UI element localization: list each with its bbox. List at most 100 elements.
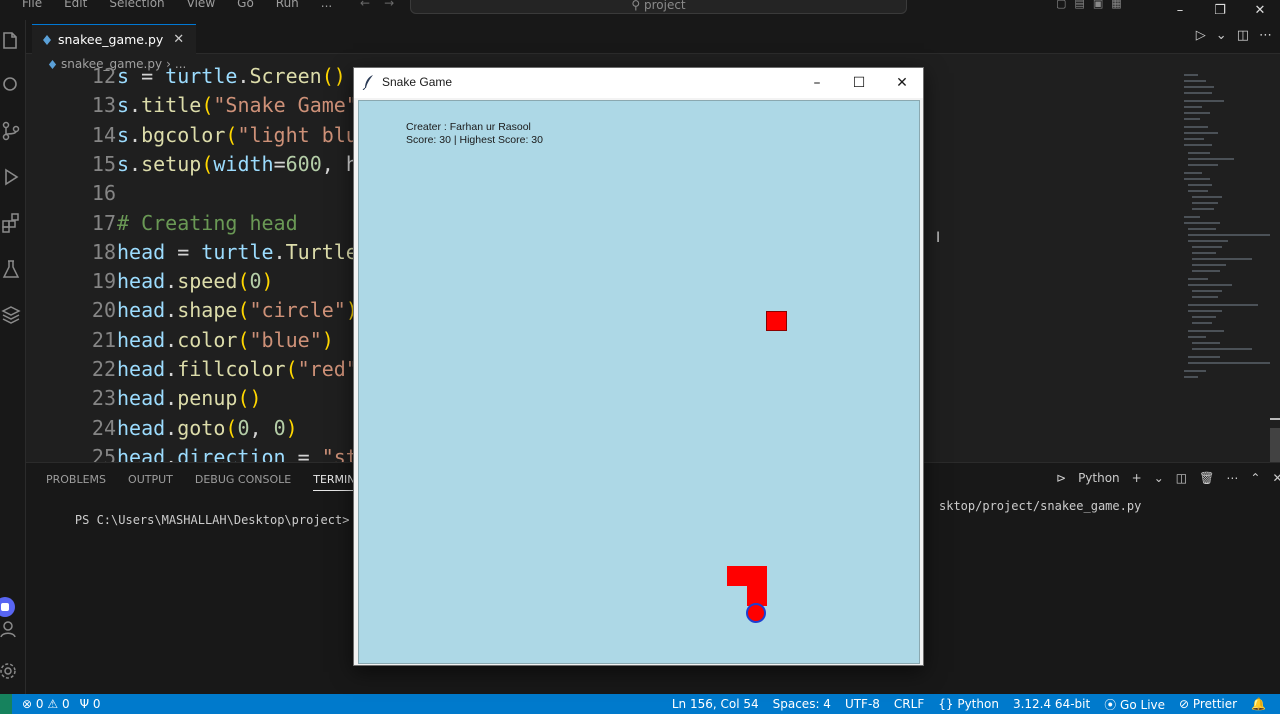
more-actions-icon[interactable]: ⋯ — [1259, 28, 1272, 43]
code-token: s — [117, 151, 130, 176]
toggle-secondary-sidebar-icon[interactable]: ▣ — [1093, 0, 1103, 10]
chevron-down-icon[interactable]: ⌄ — [1154, 471, 1164, 485]
close-icon[interactable]: ✕ — [1240, 0, 1280, 20]
remote-indicator[interactable] — [0, 694, 12, 714]
testing-icon[interactable] — [0, 258, 22, 280]
command-center-search[interactable]: ⚲ project — [410, 0, 907, 14]
menu-view[interactable]: View — [187, 0, 215, 10]
more-actions-icon[interactable]: ⋯ — [1226, 471, 1238, 485]
split-editor-icon[interactable]: ◫ — [1237, 28, 1249, 43]
menu-edit[interactable]: Edit — [64, 0, 87, 10]
code-token: Turtle — [285, 239, 358, 264]
code-token: ) — [321, 327, 334, 352]
run-python-file-icon[interactable]: ▷ — [1196, 28, 1206, 43]
tab-output[interactable]: OUTPUT — [128, 473, 173, 491]
error-count: 0 — [35, 697, 44, 711]
code-token: . — [129, 93, 142, 118]
terminal-shell-name[interactable]: Python — [1078, 471, 1120, 485]
line-number: 16 — [91, 181, 116, 206]
game-canvas[interactable]: Creater : Farhan ur Rasool Score: 30 | H… — [358, 100, 920, 664]
tab-debug-console[interactable]: DEBUG CONSOLE — [195, 473, 291, 491]
remote-explorer-icon[interactable] — [0, 304, 22, 326]
broadcast-icon: ⦿ — [1104, 697, 1117, 712]
close-icon[interactable]: ✕ — [173, 32, 184, 47]
menu-more[interactable]: ... — [321, 0, 332, 10]
code-token: head — [117, 298, 166, 323]
code-token: head — [117, 444, 166, 462]
source-control-icon[interactable] — [0, 120, 22, 142]
indentation[interactable]: Spaces: 4 — [773, 697, 831, 711]
problems-status[interactable]: ⊗ 0 ⚠ 0 — [22, 697, 70, 711]
status-bar: ⊗ 0 ⚠ 0 Ψ 0 Ln 156, Col 54 Spaces: 4 UTF… — [0, 694, 1280, 714]
chevron-down-icon[interactable]: ⌄ — [1216, 28, 1227, 43]
layout-controls: ▢ ▤ ▣ ▦ — [1056, 0, 1122, 10]
code-token: "red" — [297, 357, 358, 381]
title-bar: File Edit Selection View Go Run ... ← → … — [0, 0, 1280, 20]
maximize-icon[interactable]: ☐ — [844, 72, 874, 94]
code-token: "blue" — [249, 327, 322, 352]
minimize-icon[interactable]: – — [802, 72, 832, 94]
code-text: head.penup() — [117, 384, 262, 413]
toggle-panel-icon[interactable]: ▤ — [1074, 0, 1084, 10]
cursor-position[interactable]: Ln 156, Col 54 — [672, 697, 759, 711]
tab-problems[interactable]: PROBLEMS — [46, 473, 106, 491]
snake-head — [746, 603, 766, 623]
menu-run[interactable]: Run — [276, 0, 299, 10]
new-terminal-icon[interactable]: + — [1132, 471, 1142, 485]
braces-icon: {} — [938, 697, 954, 711]
tab-snakee-game[interactable]: snakee_game.py ✕ — [32, 24, 197, 54]
code-token: Screen — [249, 64, 322, 88]
python-interpreter[interactable]: 3.12.4 64-bit — [1013, 697, 1090, 711]
code-token: 0 — [237, 415, 250, 440]
close-panel-icon[interactable]: ✕ — [1272, 471, 1280, 485]
close-icon[interactable]: ✕ — [887, 72, 917, 94]
code-token: head — [117, 415, 166, 440]
game-window-titlebar[interactable]: Snake Game – ☐ ✕ — [354, 68, 923, 98]
end-of-line[interactable]: CRLF — [894, 697, 924, 711]
editor-scrollbar[interactable] — [1268, 72, 1280, 462]
code-text: s = turtle.Screen() — [117, 62, 346, 91]
explorer-icon[interactable] — [0, 30, 22, 52]
line-number: 17 — [91, 210, 116, 235]
line-number: 23 — [91, 386, 116, 411]
back-arrow-icon[interactable]: ← — [360, 0, 370, 10]
toggle-sidebar-icon[interactable]: ▢ — [1056, 0, 1066, 10]
code-token: = — [285, 444, 322, 462]
code-text: s.bgcolor("light blu — [117, 121, 358, 150]
menu-file[interactable]: File — [22, 0, 42, 10]
line-number: 19 — [91, 269, 116, 294]
split-terminal-icon[interactable]: ◫ — [1176, 471, 1187, 485]
menu-bar: File Edit Selection View Go Run ... — [22, 0, 332, 10]
code-text: head.speed(0) — [117, 267, 274, 296]
extensions-icon[interactable] — [0, 212, 22, 234]
line-number: 13 — [91, 93, 116, 118]
code-text: head.fillcolor("red" — [117, 355, 358, 384]
code-token: "circle" — [249, 298, 346, 323]
language-mode[interactable]: {} Python — [938, 697, 999, 711]
forward-arrow-icon[interactable]: → — [384, 0, 394, 10]
menu-go[interactable]: Go — [237, 0, 254, 10]
gear-icon[interactable] — [0, 660, 22, 682]
minimap[interactable] — [1180, 72, 1270, 382]
encoding[interactable]: UTF-8 — [845, 697, 880, 711]
run-debug-icon[interactable] — [0, 166, 22, 188]
maximize-panel-icon[interactable]: ⌃ — [1250, 471, 1260, 485]
accounts-icon[interactable] — [0, 618, 22, 640]
code-token: . — [273, 239, 286, 264]
copilot-chat-icon[interactable] — [0, 596, 16, 618]
ports-status[interactable]: Ψ 0 — [80, 697, 101, 711]
line-number: 25 — [91, 444, 116, 462]
trash-icon[interactable]: 🗑 — [1199, 471, 1214, 485]
prettier-status[interactable]: ⊘ Prettier — [1179, 697, 1237, 711]
code-token: direction — [177, 444, 286, 462]
minimize-icon[interactable]: – — [1160, 0, 1200, 20]
restore-icon[interactable]: ❐ — [1200, 0, 1240, 20]
menu-selection[interactable]: Selection — [109, 0, 164, 10]
warning-count: 0 — [61, 697, 70, 711]
search-icon[interactable] — [0, 74, 22, 96]
code-token: ) — [285, 415, 298, 440]
notifications-bell-icon[interactable]: 🔔 — [1251, 697, 1266, 711]
go-live-button[interactable]: ⦿ Go Live — [1104, 696, 1165, 713]
customize-layout-icon[interactable]: ▦ — [1111, 0, 1121, 10]
code-token: . — [129, 151, 142, 176]
